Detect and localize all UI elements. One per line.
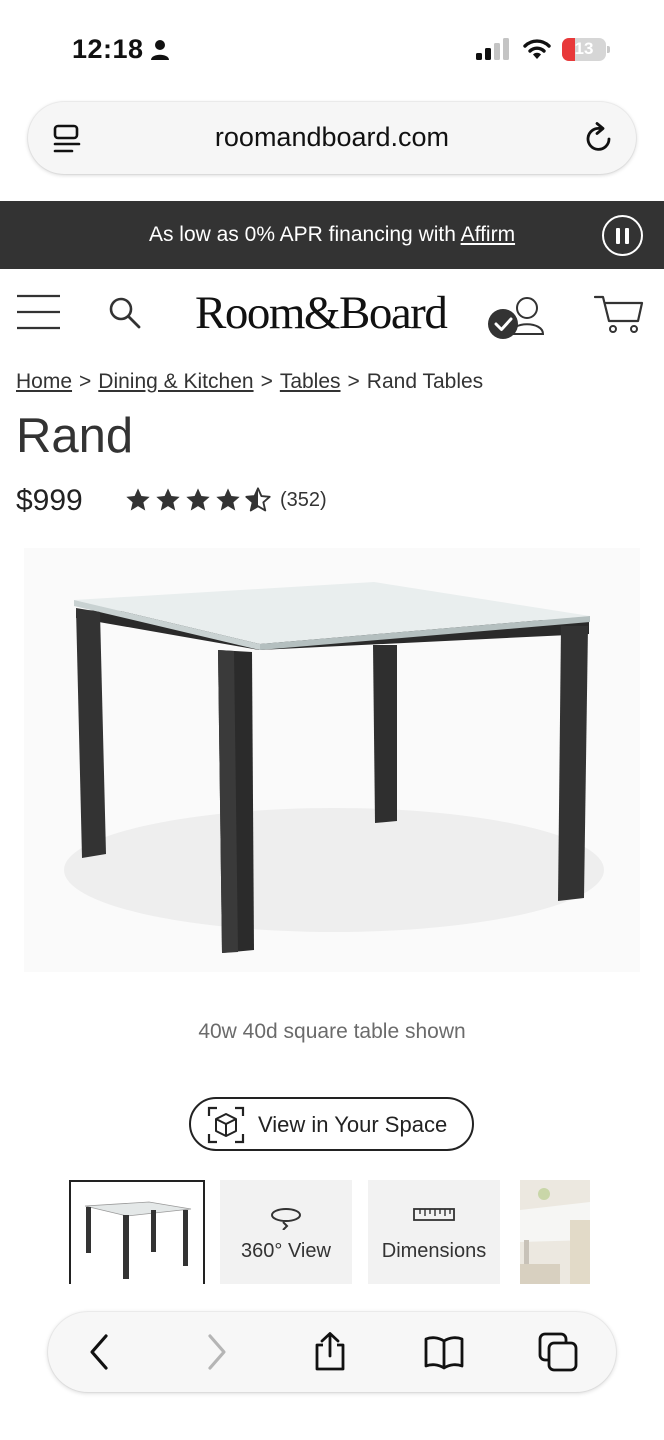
financing-message: As low as 0% APR financing with Affirm — [0, 223, 664, 247]
thumbnail-360-view[interactable]: 360° View — [220, 1180, 352, 1284]
star-half-icon — [245, 487, 271, 512]
cart-icon[interactable] — [594, 294, 644, 334]
thumbnail-dimensions-label: Dimensions — [381, 1240, 487, 1262]
star-full-icon — [126, 488, 150, 511]
thumbnail-room-image[interactable] — [520, 1180, 590, 1284]
tabs-icon[interactable] — [538, 1332, 578, 1372]
financing-text: As low as 0% APR financing with — [148, 223, 461, 246]
product-title: Rand — [16, 409, 134, 463]
breadcrumb: Home > Dining & Kitchen > Tables > Rand Tables — [16, 370, 483, 394]
status-bar: 12:18 13 — [0, 0, 664, 100]
cellular-signal-icon — [476, 38, 509, 60]
battery-icon: 13 — [562, 38, 610, 61]
address-bar[interactable]: roomandboard.com — [28, 102, 636, 174]
breadcrumb-separator: > — [260, 370, 273, 393]
breadcrumb-home[interactable]: Home — [16, 370, 72, 393]
url-text[interactable]: roomandboard.com — [28, 122, 636, 153]
ruler-icon — [413, 1208, 455, 1221]
product-price: $999 — [16, 484, 83, 517]
breadcrumb-separator: > — [79, 370, 92, 393]
breadcrumb-dining-kitchen[interactable]: Dining & Kitchen — [98, 370, 253, 393]
ar-cube-icon — [207, 1106, 245, 1144]
site-header: Room&Board — [0, 270, 664, 358]
pause-icon — [616, 228, 620, 244]
status-time: 12:18 — [72, 34, 144, 64]
rotate-360-icon — [271, 1208, 301, 1230]
star-full-icon — [186, 488, 210, 511]
room-scene-image — [520, 1180, 590, 1284]
account-icon[interactable] — [487, 294, 547, 340]
breadcrumb-current: Rand Tables — [366, 370, 484, 393]
financing-banner: As low as 0% APR financing with Affirm — [0, 201, 664, 269]
menu-icon[interactable] — [17, 294, 60, 330]
thumbnail-dimensions[interactable]: Dimensions — [368, 1180, 500, 1284]
share-icon[interactable] — [310, 1332, 350, 1372]
view-in-your-space-button[interactable]: View in Your Space — [189, 1097, 474, 1151]
room-and-board-logo[interactable]: Room&Board — [195, 286, 448, 340]
breadcrumb-separator: > — [347, 370, 360, 393]
forward-icon[interactable] — [196, 1332, 236, 1372]
wifi-icon — [523, 39, 551, 59]
table-illustration — [64, 582, 604, 953]
reload-icon[interactable] — [584, 122, 614, 154]
person-icon — [151, 40, 169, 60]
image-caption: 40w 40d square table shown — [198, 1020, 466, 1043]
breadcrumb-tables[interactable]: Tables — [280, 370, 341, 393]
review-count[interactable]: (352) — [280, 489, 327, 512]
pause-button[interactable] — [602, 215, 643, 256]
back-icon[interactable] — [80, 1332, 120, 1372]
affirm-link[interactable]: Affirm — [461, 223, 515, 246]
star-full-icon — [156, 488, 180, 511]
product-image[interactable] — [24, 548, 640, 972]
search-icon[interactable] — [108, 296, 142, 330]
bookmarks-icon[interactable] — [424, 1332, 464, 1372]
thumbnail-360-label: 360° View — [241, 1240, 331, 1262]
battery-level: 13 — [574, 39, 594, 58]
browser-toolbar — [48, 1312, 616, 1392]
view-in-your-space-label: View in Your Space — [258, 1112, 448, 1137]
table-thumbnail-icon — [84, 1201, 192, 1279]
star-full-icon — [216, 488, 240, 511]
thumbnail-table-image[interactable] — [69, 1180, 205, 1284]
